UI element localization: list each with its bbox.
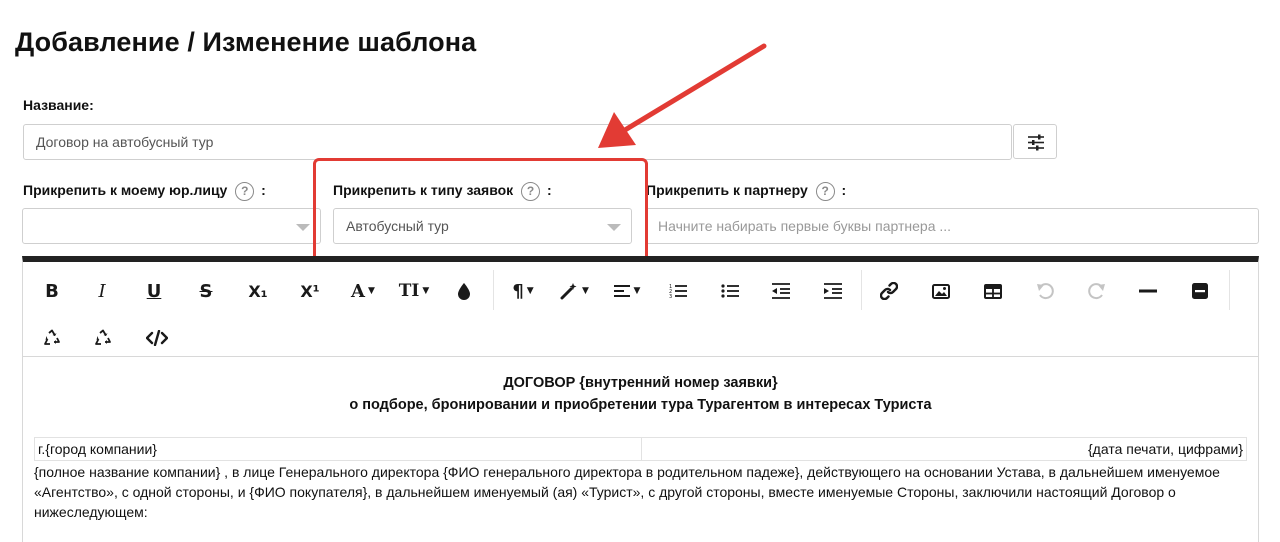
toolbar-divider	[861, 270, 862, 310]
indent-button[interactable]	[818, 275, 848, 307]
svg-text:3: 3	[669, 294, 672, 299]
droplet-icon	[458, 283, 470, 300]
undo-button[interactable]	[1030, 275, 1060, 307]
outdent-icon	[772, 283, 790, 299]
table-icon	[984, 283, 1002, 299]
italic-button[interactable]: I	[87, 275, 117, 307]
document-title-line-2: о подборе, бронировании и приобретении т…	[349, 397, 932, 413]
strikethrough-button[interactable]: S	[191, 275, 221, 307]
insert-image-button[interactable]	[926, 275, 956, 307]
caret-down-icon: ▼	[526, 286, 534, 296]
caret-down-icon: ▼	[368, 286, 375, 296]
recycle-icon	[95, 329, 111, 345]
code-view-button[interactable]	[141, 322, 173, 354]
redo-icon	[1088, 283, 1105, 300]
recycle-button-2[interactable]	[88, 322, 118, 354]
align-button[interactable]: ▼	[607, 275, 647, 307]
insert-link-button[interactable]	[874, 275, 904, 307]
link-icon	[880, 282, 898, 300]
magic-format-button[interactable]: ▼	[553, 275, 595, 307]
bold-button[interactable]: B	[37, 275, 67, 307]
caret-down-icon: ▼	[422, 286, 430, 296]
ordered-list-icon: 123	[669, 284, 687, 299]
city-cell: г.{город компании}	[35, 438, 642, 460]
indent-icon	[824, 283, 842, 299]
superscript-button[interactable]: X¹	[295, 275, 325, 307]
font-color-button[interactable]: A ▼	[345, 275, 381, 307]
font-color-icon: A	[351, 280, 366, 302]
date-cell: {дата печати, цифрами}	[1088, 441, 1243, 457]
header-table: г.{город компании} {дата печати, цифрами…	[34, 437, 1247, 461]
bullet-list-button[interactable]	[715, 275, 745, 307]
document-body[interactable]: ДОГОВОР {внутренний номер заявки} о подб…	[23, 358, 1258, 520]
underline-button[interactable]: U	[139, 275, 169, 307]
toolbar-divider	[1229, 270, 1230, 310]
outdent-button[interactable]	[766, 275, 796, 307]
horizontal-rule-button[interactable]	[1133, 275, 1163, 307]
horizontal-line-icon	[1139, 289, 1157, 293]
ordered-list-button[interactable]: 123	[663, 275, 693, 307]
toolbar-divider	[493, 270, 494, 310]
editor-toolbar: B I U S X₁ X¹ A ▼ TI ▼ ¶ ▼ ▼ ▼ 123	[23, 262, 1258, 357]
document-title-line-1: ДОГОВОР {внутренний номер заявки}	[503, 375, 778, 391]
document-paragraph: {полное название компании} , в лице Гене…	[34, 464, 1220, 520]
recycle-button-1[interactable]	[37, 322, 67, 354]
recycle-icon	[44, 329, 60, 345]
page-break-button[interactable]	[1185, 275, 1215, 307]
subscript-button[interactable]: X₁	[243, 275, 273, 307]
magic-wand-icon	[560, 283, 577, 300]
caret-down-icon: ▼	[633, 286, 641, 296]
font-size-button[interactable]: TI ▼	[395, 275, 433, 307]
color-fill-button[interactable]	[449, 275, 479, 307]
insert-table-button[interactable]	[978, 275, 1008, 307]
bullet-list-icon	[721, 284, 739, 298]
align-left-icon	[613, 285, 630, 297]
page-break-icon	[1192, 283, 1208, 299]
caret-down-icon: ▼	[582, 286, 589, 296]
code-icon	[146, 330, 168, 346]
paragraph-button[interactable]: ¶ ▼	[503, 275, 543, 307]
image-icon	[932, 283, 950, 299]
redo-button[interactable]	[1082, 275, 1112, 307]
rich-text-editor[interactable]: B I U S X₁ X¹ A ▼ TI ▼ ¶ ▼ ▼ ▼ 123 ДОГОВ…	[22, 256, 1259, 542]
pilcrow-icon: ¶	[512, 280, 524, 302]
font-size-icon: TI	[398, 281, 420, 301]
undo-icon	[1037, 283, 1054, 300]
